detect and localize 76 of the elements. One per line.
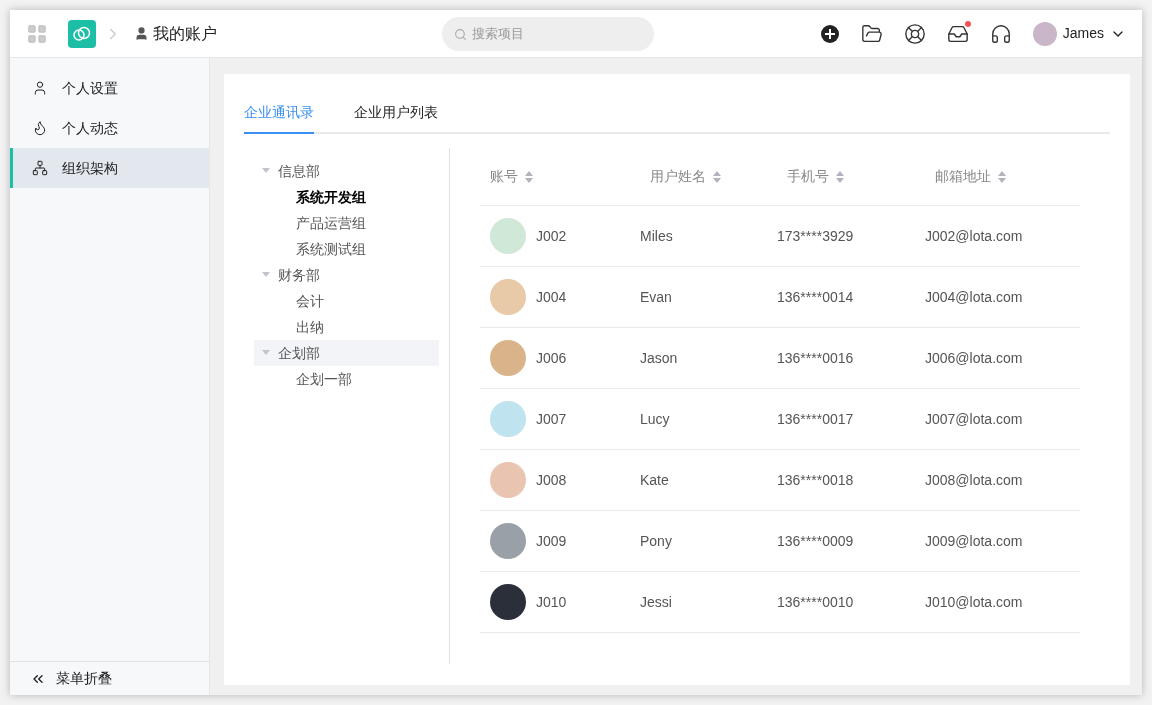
- table-cell: J002@lota.com: [925, 227, 1023, 244]
- table-cell-text: J006: [536, 348, 567, 368]
- avatar-placeholder: [490, 523, 526, 559]
- tree-node[interactable]: 系统测试组: [254, 236, 439, 262]
- app-grid-icon[interactable]: [26, 22, 48, 45]
- add-icon[interactable]: [819, 23, 840, 44]
- avatar-placeholder: [490, 584, 526, 620]
- caret-icon[interactable]: [262, 272, 270, 278]
- tree-node[interactable]: 企划一部: [254, 366, 439, 392]
- headset-icon[interactable]: [989, 22, 1012, 45]
- sort-icon[interactable]: [524, 169, 534, 184]
- tree-node[interactable]: 产品运营组: [254, 210, 439, 236]
- tree-node[interactable]: 信息部: [254, 158, 439, 184]
- sidebar-item[interactable]: 个人设置: [10, 68, 209, 108]
- caret-icon[interactable]: [262, 350, 270, 356]
- collapse-menu-button[interactable]: 菜单折叠: [10, 661, 209, 695]
- flame-icon: [32, 120, 48, 136]
- table-cell: Kate: [640, 471, 669, 488]
- column-header[interactable]: 用户姓名: [640, 166, 777, 187]
- user-menu[interactable]: James: [1032, 21, 1126, 46]
- sidebar-item[interactable]: 个人动态: [10, 108, 209, 148]
- tree-node[interactable]: 财务部: [254, 262, 439, 288]
- tree-node[interactable]: 系统开发组: [254, 184, 439, 210]
- avatar-placeholder: [490, 279, 526, 315]
- org-chart-icon: [32, 160, 48, 176]
- folder-icon[interactable]: [860, 22, 883, 45]
- table-cell-text: J007: [536, 409, 567, 429]
- avatar-placeholder: [490, 340, 526, 376]
- user-icon: [134, 26, 149, 41]
- table-cell: 136****0016: [777, 349, 854, 366]
- table-cell: Jessi: [640, 593, 672, 610]
- caret-icon[interactable]: [262, 168, 270, 174]
- tab[interactable]: 企业用户列表: [354, 102, 438, 134]
- search-field[interactable]: 搜索项目: [442, 16, 655, 51]
- table-cell-text: J009: [536, 531, 567, 551]
- avatar-placeholder: [490, 462, 526, 498]
- table-cell: J008@lota.com: [925, 471, 1023, 488]
- table-cell: 136****0010: [777, 593, 854, 610]
- column-header[interactable]: 邮箱地址: [925, 166, 1080, 187]
- table-cell: Miles: [640, 227, 673, 244]
- table-cell: Pony: [640, 532, 672, 549]
- avatar-placeholder: [490, 401, 526, 437]
- user-icon: [32, 80, 48, 96]
- table-cell: J010@lota.com: [925, 593, 1023, 610]
- tree-node[interactable]: 会计: [254, 288, 439, 314]
- breadcrumb-title: 我的账户: [153, 23, 217, 44]
- search-icon: [454, 27, 468, 41]
- sort-icon[interactable]: [835, 169, 845, 184]
- table-cell-text: J002: [536, 226, 567, 246]
- sidebar-item[interactable]: 组织架构: [10, 148, 209, 188]
- column-header[interactable]: 账号: [480, 166, 640, 187]
- avatar-placeholder: [490, 218, 526, 254]
- table-cell: Lucy: [640, 410, 670, 427]
- inbox-icon[interactable]: [946, 22, 969, 45]
- table-cell: J004@lota.com: [925, 288, 1023, 305]
- avatar-placeholder: [1032, 21, 1057, 46]
- sort-icon[interactable]: [712, 169, 722, 184]
- tree-node[interactable]: 出纳: [254, 314, 439, 340]
- tree-node[interactable]: 企划部: [254, 340, 439, 366]
- table-cell: 136****0018: [777, 471, 854, 488]
- table-cell: 136****0009: [777, 532, 854, 549]
- table-cell: Jason: [640, 349, 678, 366]
- lifebuoy-icon[interactable]: [903, 22, 926, 45]
- table-cell: J007@lota.com: [925, 410, 1023, 427]
- table-cell-text: J004: [536, 287, 567, 307]
- table-cell: 136****0014: [777, 288, 854, 305]
- table-cell-text: J010: [536, 592, 567, 612]
- table-cell: Evan: [640, 288, 672, 305]
- column-header[interactable]: 手机号: [777, 166, 925, 187]
- table-cell: J006@lota.com: [925, 349, 1023, 366]
- table-cell: 136****0017: [777, 410, 854, 427]
- table-cell: 173****3929: [777, 227, 854, 244]
- table-cell-text: J008: [536, 470, 567, 490]
- sort-icon[interactable]: [997, 169, 1007, 184]
- table-cell: J009@lota.com: [925, 532, 1023, 549]
- logo-icon[interactable]: [68, 19, 96, 48]
